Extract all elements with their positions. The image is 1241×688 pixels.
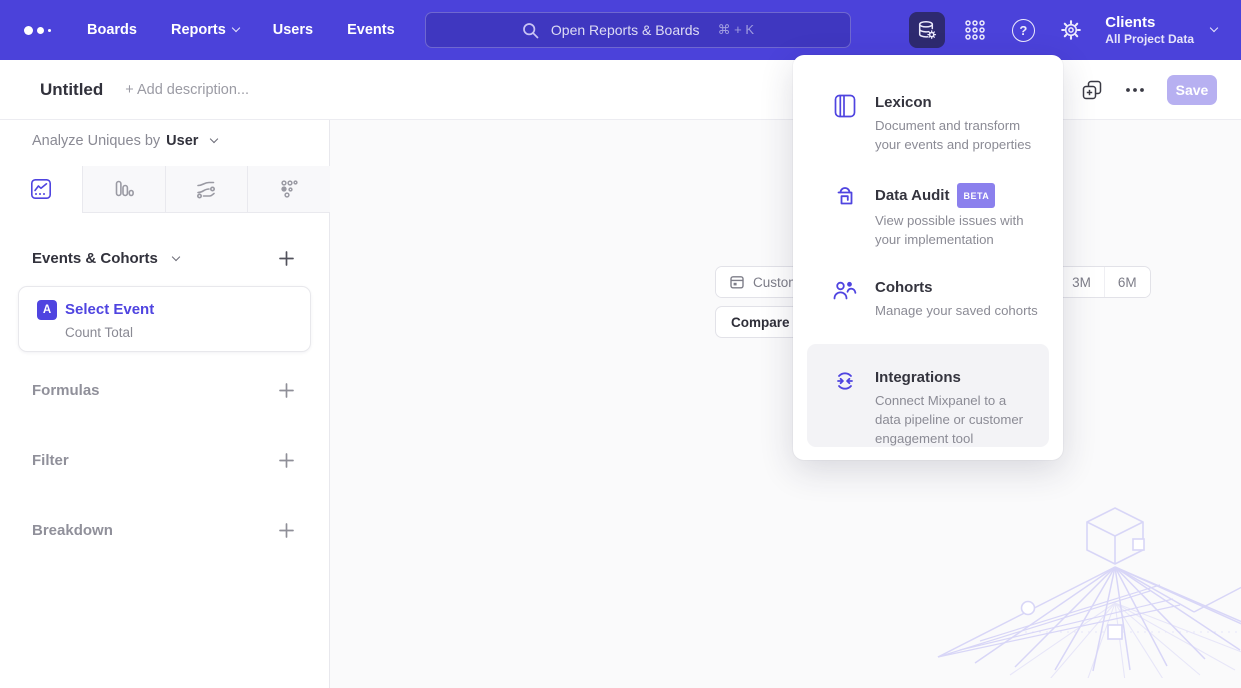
plus-icon xyxy=(278,250,295,267)
data-audit-icon xyxy=(832,183,858,209)
report-title[interactable]: Untitled xyxy=(40,80,103,100)
plus-icon xyxy=(278,452,295,469)
cohorts-description: Manage your saved cohorts xyxy=(875,301,1038,320)
menu-item-data-audit[interactable]: Data Audit BETA View possible issues wit… xyxy=(832,183,1047,249)
search-placeholder: Open Reports & Boards xyxy=(551,22,700,38)
query-builder-sidebar: Analyze Uniques by User xyxy=(0,120,330,688)
range-6m-button[interactable]: 6M xyxy=(1104,267,1150,297)
integrations-sync-icon xyxy=(832,368,858,394)
data-management-button[interactable] xyxy=(909,12,945,48)
data-audit-description: View possible issues with your implement… xyxy=(875,211,1047,249)
search-shortcut: ⌘ + K xyxy=(718,22,755,38)
more-options-button[interactable] xyxy=(1125,87,1145,93)
formulas-label: Formulas xyxy=(32,382,100,399)
chevron-down-icon xyxy=(1210,24,1218,32)
add-breakdown-button[interactable] xyxy=(276,520,297,541)
data-audit-title: Data Audit xyxy=(875,186,949,206)
lexicon-title: Lexicon xyxy=(875,93,932,113)
wireframe-illustration xyxy=(915,503,1241,678)
tab-bar-chart[interactable] xyxy=(82,166,165,213)
events-cohorts-text: Events & Cohorts xyxy=(32,250,158,267)
nav-item-events[interactable]: Events xyxy=(347,22,395,38)
save-button[interactable]: Save xyxy=(1167,75,1217,105)
menu-item-cohorts[interactable]: Cohorts Manage your saved cohorts xyxy=(832,278,1047,320)
add-event-button[interactable] xyxy=(276,248,297,269)
events-cohorts-section: Events & Cohorts xyxy=(32,248,297,269)
project-scope: All Project Data xyxy=(1105,32,1194,47)
gear-icon xyxy=(1059,18,1083,42)
menu-item-lexicon[interactable]: Lexicon Document and transform your even… xyxy=(832,93,1047,154)
project-name: Clients xyxy=(1105,14,1194,32)
top-nav: Boards Reports Users Events Open Reports… xyxy=(0,0,1241,60)
integrations-description: Connect Mixpanel to a data pipeline or c… xyxy=(875,391,1033,448)
tab-line-chart[interactable] xyxy=(0,166,82,213)
settings-gear-button[interactable] xyxy=(1053,12,1089,48)
select-event-button[interactable]: Select Event xyxy=(65,301,154,318)
tab-metrics[interactable] xyxy=(247,166,330,213)
nav-item-reports[interactable]: Reports xyxy=(171,22,239,38)
report-canvas: Custom Today Yesterday 7D 30D 3M 6M Comp… xyxy=(330,120,1241,688)
nav-item-boards[interactable]: Boards xyxy=(87,22,137,38)
analyze-prefix-label: Analyze Uniques by xyxy=(32,133,160,149)
menu-item-integrations[interactable]: Integrations Connect Mixpanel to a data … xyxy=(807,344,1049,447)
plus-icon xyxy=(278,522,295,539)
nav-item-users[interactable]: Users xyxy=(273,22,313,38)
metrics-tab-icon xyxy=(277,177,301,201)
count-total-dropdown[interactable]: Count Total xyxy=(65,325,133,340)
question-mark-icon: ? xyxy=(1012,19,1035,42)
chevron-down-icon xyxy=(172,252,180,260)
bar-chart-tab-icon xyxy=(112,177,136,201)
filter-section: Filter xyxy=(32,450,297,471)
search-icon xyxy=(522,22,539,39)
breakdown-label: Breakdown xyxy=(32,522,113,539)
events-cohorts-label[interactable]: Events & Cohorts xyxy=(32,250,179,267)
integrations-title: Integrations xyxy=(875,368,961,388)
compare-label: Compare xyxy=(731,315,790,330)
chevron-down-icon xyxy=(232,24,240,32)
add-formula-button[interactable] xyxy=(276,380,297,401)
apps-grid-button[interactable] xyxy=(957,12,993,48)
plus-icon xyxy=(278,382,295,399)
lexicon-book-icon xyxy=(832,93,858,119)
formulas-section: Formulas xyxy=(32,380,297,401)
analyze-value-dropdown[interactable]: User xyxy=(166,133,198,149)
breakdown-section: Breakdown xyxy=(32,520,297,541)
help-button[interactable]: ? xyxy=(1005,12,1041,48)
cohorts-title: Cohorts xyxy=(875,278,933,298)
tab-flow[interactable] xyxy=(165,166,248,213)
flow-tab-icon xyxy=(194,177,218,201)
calendar-icon xyxy=(729,274,745,290)
cohorts-people-icon xyxy=(832,278,858,304)
event-letter-badge: A xyxy=(37,300,57,320)
beta-badge: BETA xyxy=(957,183,995,208)
project-switcher[interactable]: Clients All Project Data xyxy=(1105,14,1217,47)
mixpanel-logo[interactable] xyxy=(24,26,51,35)
duplicate-report-button[interactable] xyxy=(1081,79,1103,101)
nav-item-reports-label: Reports xyxy=(171,22,226,38)
event-card[interactable]: A Select Event Count Total xyxy=(18,286,311,352)
add-filter-button[interactable] xyxy=(276,450,297,471)
duplicate-icon xyxy=(1081,79,1103,101)
chart-type-tabs xyxy=(0,166,330,213)
filter-label: Filter xyxy=(32,452,69,469)
add-description-field[interactable]: + Add description... xyxy=(125,82,249,98)
database-gear-icon xyxy=(915,18,939,42)
range-3m-button[interactable]: 3M xyxy=(1058,267,1104,297)
data-management-menu: Lexicon Document and transform your even… xyxy=(793,55,1063,460)
ellipsis-icon xyxy=(1125,87,1145,93)
chevron-down-icon[interactable] xyxy=(210,135,218,143)
grid-dots-icon xyxy=(962,17,988,43)
analyze-uniques-control: Analyze Uniques by User xyxy=(32,133,217,149)
line-chart-tab-icon xyxy=(29,177,53,201)
global-search-input[interactable]: Open Reports & Boards ⌘ + K xyxy=(425,12,851,48)
lexicon-description: Document and transform your events and p… xyxy=(875,116,1047,154)
